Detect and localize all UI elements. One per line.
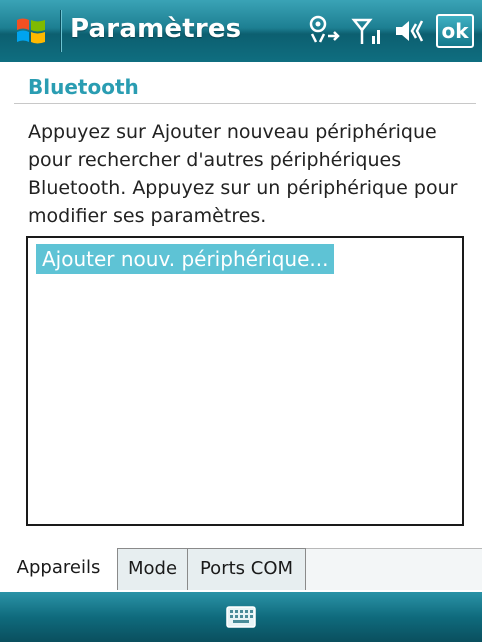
tab-mode[interactable]: Mode: [118, 548, 188, 590]
signal-strength-icon[interactable]: [350, 14, 386, 48]
tab-appareils[interactable]: Appareils: [0, 548, 118, 590]
title-bar: Paramètres ok: [0, 0, 482, 62]
page-heading: Bluetooth: [28, 75, 139, 99]
window-title: Paramètres: [70, 14, 242, 44]
volume-icon[interactable]: [392, 14, 428, 48]
connectivity-icon[interactable]: [306, 14, 342, 48]
heading-divider: [14, 103, 476, 104]
device-list[interactable]: Ajouter nouv. périphérique...: [26, 236, 464, 526]
tab-ports-com[interactable]: Ports COM: [188, 548, 306, 590]
keyboard-icon[interactable]: [226, 604, 256, 630]
title-separator: [60, 10, 61, 52]
ok-button[interactable]: ok: [436, 14, 474, 48]
windows-logo-icon[interactable]: [14, 14, 48, 48]
tab-bar: Appareils Mode Ports COM: [0, 548, 482, 592]
add-device-item[interactable]: Ajouter nouv. périphérique...: [36, 244, 335, 274]
soft-key-bar: [0, 592, 482, 642]
tab-bar-filler: [306, 548, 482, 590]
instructions-text: Appuyez sur Ajouter nouveau périphérique…: [28, 121, 458, 227]
